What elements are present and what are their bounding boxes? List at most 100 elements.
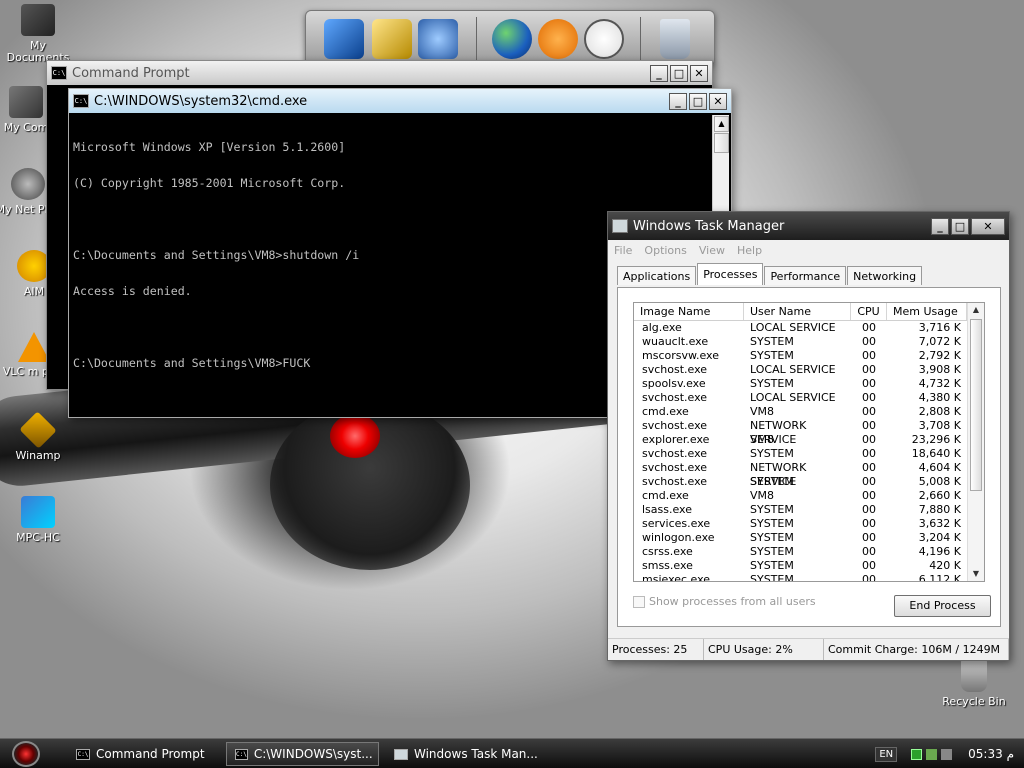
tab-performance[interactable]: Performance xyxy=(764,266,847,285)
cell-image-name: svchost.exe xyxy=(642,391,708,404)
maximize-button[interactable]: □ xyxy=(689,92,707,110)
desktop-icon-recycle-bin[interactable]: Recycle Bin xyxy=(936,660,1012,708)
titlebar[interactable]: Windows Task Manager _ □ ✕ xyxy=(608,212,1009,240)
scroll-up-arrow-icon[interactable]: ▲ xyxy=(714,116,729,132)
taskbar-button-command-prompt[interactable]: C:\ Command Prompt xyxy=(68,742,213,766)
cell-mem-usage: 6,112 K xyxy=(918,573,961,582)
window-title: C:\WINDOWS\system32\cmd.exe xyxy=(94,93,308,109)
table-row[interactable]: svchost.exe LOCAL SERVICE 00 4,380 K xyxy=(634,391,984,405)
taskbar-button-task-manager[interactable]: Windows Task Man... xyxy=(386,742,546,766)
cell-cpu: 00 xyxy=(862,503,876,516)
trash-icon[interactable] xyxy=(660,19,690,59)
close-button[interactable]: ✕ xyxy=(971,217,1005,235)
cell-image-name: services.exe xyxy=(642,517,711,530)
scroll-thumb[interactable] xyxy=(714,133,729,153)
cmd-icon: C:\ xyxy=(51,66,67,80)
cell-user-name: VM8 xyxy=(750,489,775,502)
show-all-checkbox[interactable] xyxy=(633,595,645,608)
scroll-thumb[interactable] xyxy=(970,319,982,491)
cell-image-name: alg.exe xyxy=(642,321,682,334)
minimize-button[interactable]: _ xyxy=(931,217,949,235)
menu-view[interactable]: View xyxy=(699,244,725,257)
end-process-button[interactable]: End Process xyxy=(894,595,991,617)
status-commit-charge: Commit Charge: 106M / 1249M xyxy=(824,639,1009,660)
table-row[interactable]: services.exe SYSTEM 00 3,632 K xyxy=(634,517,984,531)
cell-cpu: 00 xyxy=(862,363,876,376)
desktop-icon-mpc-hc[interactable]: MPC-HC xyxy=(0,496,76,544)
table-row[interactable]: cmd.exe VM8 00 2,660 K xyxy=(634,489,984,503)
titlebar[interactable]: C:\ Command Prompt _ □ ✕ xyxy=(47,61,712,85)
close-button[interactable]: ✕ xyxy=(709,92,727,110)
desktop-icon-my-documents[interactable]: My Documents xyxy=(0,4,76,64)
settings-icon[interactable] xyxy=(418,19,458,59)
cell-image-name: csrss.exe xyxy=(642,545,693,558)
menu-file[interactable]: File xyxy=(614,244,632,257)
column-image-name[interactable]: Image Name xyxy=(634,303,744,320)
table-row[interactable]: svchost.exe NETWORK SERVICE 00 4,604 K xyxy=(634,461,984,488)
process-list[interactable]: Image Name User Name CPU Mem Usage alg.e… xyxy=(633,302,985,582)
table-row[interactable]: wuauclt.exe SYSTEM 00 7,072 K xyxy=(634,335,984,349)
show-all-label: Show processes from all users xyxy=(649,595,816,608)
cell-cpu: 00 xyxy=(862,531,876,544)
minimize-button[interactable]: _ xyxy=(650,64,668,82)
table-row[interactable]: svchost.exe SYSTEM 00 5,008 K xyxy=(634,475,984,489)
show-all-processes[interactable]: Show processes from all users xyxy=(633,595,816,608)
volume-icon[interactable] xyxy=(941,748,953,760)
security-icon[interactable] xyxy=(926,748,938,760)
network-icon[interactable] xyxy=(911,748,923,760)
maximize-button[interactable]: □ xyxy=(670,64,688,82)
column-user-name[interactable]: User Name xyxy=(744,303,851,320)
scroll-up-arrow-icon[interactable]: ▲ xyxy=(968,303,984,317)
table-row[interactable]: spoolsv.exe SYSTEM 00 4,732 K xyxy=(634,377,984,391)
tab-applications[interactable]: Applications xyxy=(617,266,697,285)
close-button[interactable]: ✕ xyxy=(690,64,708,82)
cell-mem-usage: 3,708 K xyxy=(918,419,961,432)
titlebar[interactable]: C:\ C:\WINDOWS\system32\cmd.exe _ □ ✕ xyxy=(69,89,731,113)
menu-options[interactable]: Options xyxy=(644,244,686,257)
menu-help[interactable]: Help xyxy=(737,244,762,257)
desktop-icon-winamp[interactable]: Winamp xyxy=(0,411,76,462)
media-player-icon[interactable] xyxy=(538,19,578,59)
maximize-button[interactable]: □ xyxy=(951,217,969,235)
table-row[interactable]: mscorsvw.exe SYSTEM 00 2,792 K xyxy=(634,349,984,363)
globe-icon[interactable] xyxy=(492,19,532,59)
cell-user-name: VM8 xyxy=(750,433,775,446)
table-row[interactable]: msiexec.exe SYSTEM 00 6,112 K xyxy=(634,573,984,582)
cell-user-name: SYSTEM xyxy=(750,531,794,544)
taskbar-button-cmd-exe[interactable]: C:\ C:\WINDOWS\syst... xyxy=(226,742,379,766)
clock[interactable]: 05:33 م xyxy=(968,747,1014,761)
tab-processes[interactable]: Processes xyxy=(697,263,764,285)
cell-image-name: cmd.exe xyxy=(642,405,689,418)
table-row[interactable]: cmd.exe VM8 00 2,808 K xyxy=(634,405,984,419)
cell-mem-usage: 2,792 K xyxy=(918,349,961,362)
cell-user-name: SYSTEM xyxy=(750,377,794,390)
table-row[interactable]: winlogon.exe SYSTEM 00 3,204 K xyxy=(634,531,984,545)
console-line: (C) Copyright 1985-2001 Microsoft Corp. xyxy=(73,176,346,190)
cell-mem-usage: 5,008 K xyxy=(918,475,961,488)
column-cpu[interactable]: CPU xyxy=(851,303,887,320)
cell-mem-usage: 2,808 K xyxy=(918,405,961,418)
table-row[interactable]: lsass.exe SYSTEM 00 7,880 K xyxy=(634,503,984,517)
column-mem-usage[interactable]: Mem Usage xyxy=(887,303,967,320)
cell-user-name: VM8 xyxy=(750,405,775,418)
clock-icon[interactable] xyxy=(584,19,624,59)
cmd-icon: C:\ xyxy=(73,94,89,108)
task-manager-window[interactable]: Windows Task Manager _ □ ✕ File Options … xyxy=(607,211,1010,661)
table-row[interactable]: alg.exe LOCAL SERVICE 00 3,716 K xyxy=(634,321,984,335)
language-indicator[interactable]: EN xyxy=(875,746,898,762)
cell-mem-usage: 18,640 K xyxy=(911,447,961,460)
table-row[interactable]: explorer.exe VM8 00 23,296 K xyxy=(634,433,984,447)
table-row[interactable]: csrss.exe SYSTEM 00 4,196 K xyxy=(634,545,984,559)
scroll-down-arrow-icon[interactable]: ▼ xyxy=(968,567,984,581)
tab-networking[interactable]: Networking xyxy=(847,266,923,285)
computer-icon[interactable] xyxy=(324,19,364,59)
table-row[interactable]: svchost.exe LOCAL SERVICE 00 3,908 K xyxy=(634,363,984,377)
cell-user-name: NETWORK SERVICE xyxy=(750,461,807,488)
minimize-button[interactable]: _ xyxy=(669,92,687,110)
table-row[interactable]: svchost.exe SYSTEM 00 18,640 K xyxy=(634,447,984,461)
table-row[interactable]: svchost.exe NETWORK SERVICE 00 3,708 K xyxy=(634,419,984,446)
table-row[interactable]: smss.exe SYSTEM 00 420 K xyxy=(634,559,984,573)
process-list-scrollbar[interactable]: ▲ ▼ xyxy=(967,303,984,581)
start-button[interactable] xyxy=(12,741,40,767)
folder-icon[interactable] xyxy=(372,19,412,59)
